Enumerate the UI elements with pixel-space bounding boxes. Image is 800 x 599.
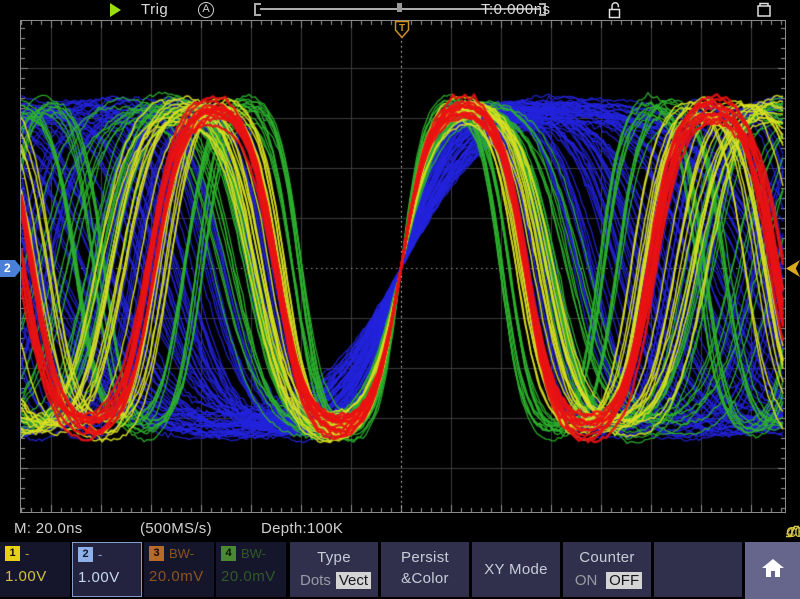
- channel-1-box[interactable]: 1 - 1.00V: [0, 542, 70, 597]
- ch2-ground-marker[interactable]: 2: [0, 260, 22, 277]
- persist-line2: &Color: [381, 570, 469, 587]
- channel-3-box[interactable]: 3 BW- 20.0mV: [144, 542, 214, 597]
- ch1-scale: 1.00V: [5, 568, 65, 585]
- ch3-badge: 3: [149, 546, 164, 561]
- trigger-time-offset: T:0.000ns: [481, 1, 551, 18]
- auto-trigger-mode-icon: A: [198, 2, 214, 18]
- ch2-scale: 1.00V: [78, 569, 136, 586]
- sample-rate-readout: (500MS/s): [140, 520, 212, 537]
- trigger-level-arrow[interactable]: [786, 260, 800, 277]
- counter-title: Counter: [563, 549, 651, 566]
- type-title: Type: [290, 549, 378, 566]
- counter-option-off[interactable]: OFF: [606, 572, 642, 589]
- display-type-button[interactable]: Type Dots Vect: [290, 542, 378, 597]
- timebase-readout: M: 20.0ns: [14, 520, 83, 537]
- ch4-bandwidth: BW-: [241, 546, 266, 561]
- ch2-badge: 2: [78, 547, 93, 562]
- memory-depth-readout: Depth:100K: [261, 520, 343, 537]
- bottom-menu-bar: 1 - 1.00V 2 - 1.00V 3 BW- 20.0mV 4 BW- 2…: [0, 542, 800, 599]
- ch1-coupling: -: [25, 546, 29, 561]
- ch3-scale: 20.0mV: [149, 568, 209, 585]
- ch2-coupling: -: [98, 547, 102, 562]
- ch3-bandwidth: BW-: [169, 546, 194, 561]
- counter-option-on[interactable]: ON: [572, 572, 601, 589]
- waveform-display: [21, 21, 785, 512]
- channel-2-box[interactable]: 2 - 1.00V: [72, 542, 142, 597]
- svg-text:T: T: [399, 23, 405, 34]
- oscilloscope-screen: Trig A T:0.000ns T 2 M: 20.0ns (500MS/s)…: [0, 0, 800, 599]
- persist-color-button[interactable]: Persist &Color: [381, 542, 469, 597]
- trigger-level: 40.0mV: [786, 524, 800, 541]
- ch4-scale: 20.0mV: [221, 568, 281, 585]
- home-icon: [761, 558, 785, 583]
- home-button[interactable]: [745, 542, 800, 599]
- empty-menu-slot: [654, 542, 742, 597]
- trig-label: Trig: [141, 1, 168, 18]
- memory-bar-trigger-tick[interactable]: [397, 3, 402, 12]
- type-option-dots[interactable]: Dots: [297, 572, 334, 589]
- ch1-badge: 1: [5, 546, 20, 561]
- type-option-vect[interactable]: Vect: [336, 572, 371, 589]
- trigger-position-marker[interactable]: T: [394, 20, 410, 44]
- run-state-icon: [110, 3, 121, 17]
- persist-line1: Persist: [381, 549, 469, 566]
- xy-mode-label: XY Mode: [472, 542, 560, 597]
- counter-button[interactable]: Counter ON OFF: [563, 542, 651, 597]
- xy-mode-button[interactable]: XY Mode: [472, 542, 560, 597]
- ch4-badge: 4: [221, 546, 236, 561]
- status-bar: M: 20.0ns (500MS/s) Depth:100K CH1:DC- 4…: [0, 516, 800, 542]
- channel-4-box[interactable]: 4 BW- 20.0mV: [216, 542, 286, 597]
